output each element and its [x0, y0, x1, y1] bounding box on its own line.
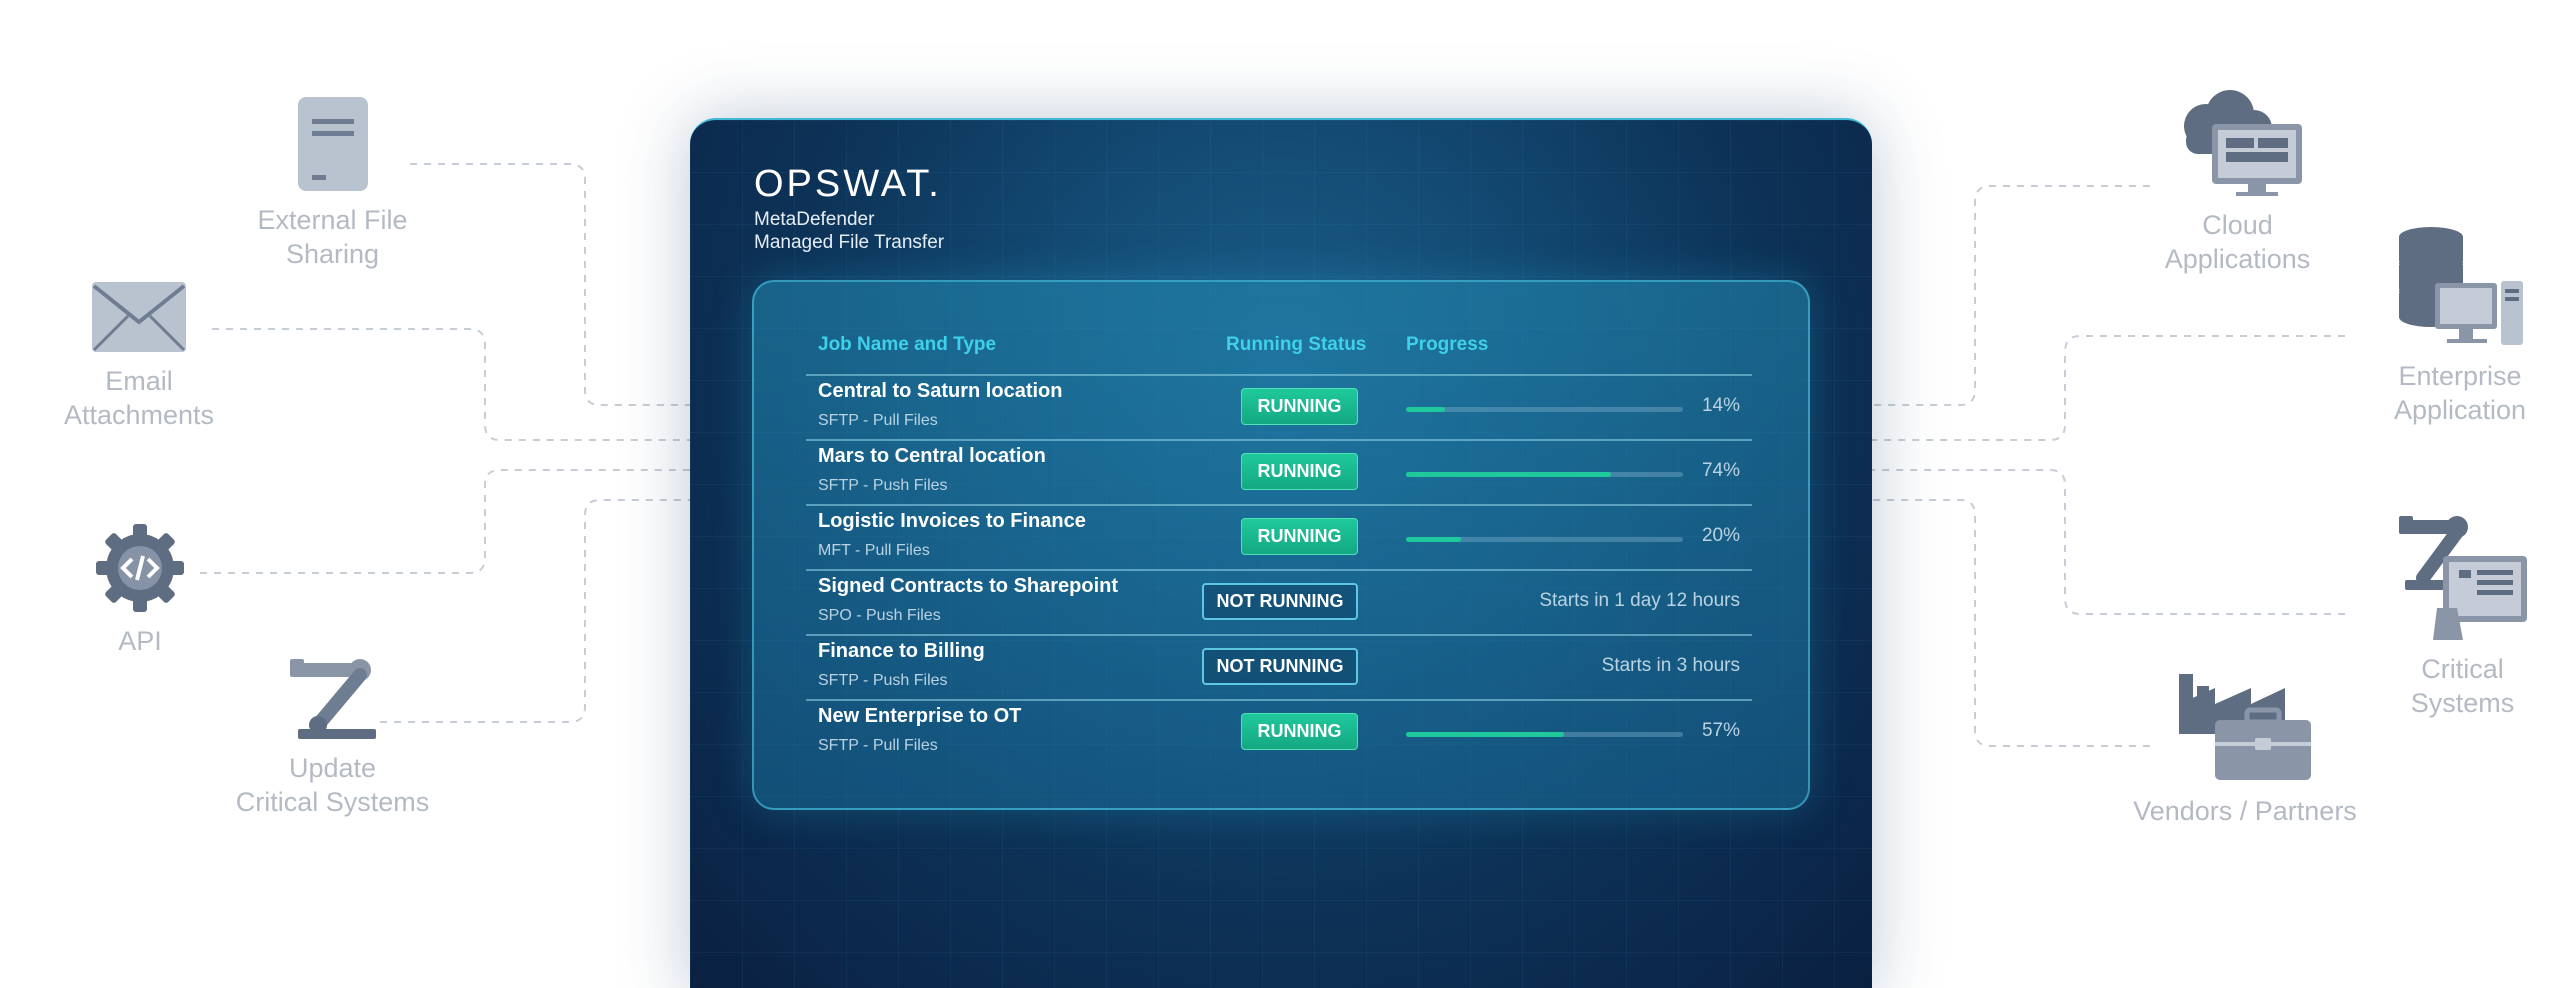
status-badge: NOT RUNNING [1202, 648, 1358, 685]
status-badge: RUNNING [1241, 388, 1358, 425]
job-name: Finance to Billing [818, 640, 985, 662]
schedule-text: Starts in 1 day 12 hours [1539, 590, 1740, 611]
progress-percent: 20% [1701, 525, 1740, 546]
progress-bar-fill [1406, 537, 1461, 542]
schedule-text: Starts in 3 hours [1601, 655, 1740, 676]
table-row[interactable]: Signed Contracts to Sharepoint SPO - Push… [806, 569, 1752, 634]
table-header: Job Name and Type Running Status Progres… [754, 334, 1808, 364]
job-type: SFTP - Pull Files [818, 412, 938, 429]
node-label: Email Attachments [63, 366, 215, 430]
node-label: Cloud Applications [2164, 210, 2311, 274]
progress-percent: 14% [1701, 395, 1740, 416]
progress-bar [1406, 537, 1683, 542]
node-label: Enterprise Application [2393, 361, 2527, 425]
table-row[interactable]: Central to Saturn location SFTP - Pull Fi… [806, 374, 1752, 439]
node-update-critical-systems: Update Critical Systems [225, 655, 440, 819]
job-type: MFT - Pull Files [818, 542, 930, 559]
node-cloud-applications: Cloud Applications [2150, 88, 2325, 276]
progress-bar [1406, 472, 1683, 477]
column-header-job[interactable]: Job Name and Type [818, 334, 996, 356]
status-badge: RUNNING [1241, 713, 1358, 750]
node-email-attachments: Email Attachments [40, 280, 238, 432]
progress-bar-fill [1406, 472, 1611, 477]
job-type: SPO - Push Files [818, 607, 941, 624]
column-header-progress[interactable]: Progress [1406, 334, 1488, 356]
node-external-file-sharing: External File Sharing [245, 95, 420, 271]
progress-bar-fill [1406, 732, 1564, 737]
node-vendors-partners: Vendors / Partners [2120, 660, 2370, 828]
column-header-status[interactable]: Running Status [1226, 334, 1366, 356]
node-label: External File Sharing [257, 205, 408, 269]
product-name-line1: MetaDefender [754, 209, 875, 230]
node-enterprise-application: Enterprise Application [2365, 225, 2555, 427]
node-api: API [85, 522, 195, 658]
cloud-monitor-icon [2183, 90, 2302, 196]
progress-bar [1406, 732, 1683, 737]
job-type: SFTP - Pull Files [818, 737, 938, 754]
status-badge: RUNNING [1241, 453, 1358, 490]
table-row[interactable]: Logistic Invoices to Finance MFT - Pull F… [806, 504, 1752, 569]
job-name: Mars to Central location [818, 445, 1046, 467]
node-critical-systems: Critical Systems [2380, 512, 2545, 720]
mft-dashboard-panel: OPSWAT. MetaDefender Managed File Transf… [690, 118, 1872, 988]
job-name: New Enterprise to OT [818, 705, 1022, 727]
progress-percent: 74% [1701, 460, 1740, 481]
opswat-logo: OPSWAT. [754, 163, 942, 205]
robot-arm-hmi-icon [2398, 516, 2527, 640]
status-badge: NOT RUNNING [1202, 583, 1358, 620]
progress-bar-fill [1406, 407, 1445, 412]
code-gear-icon [96, 524, 184, 612]
node-label: Critical Systems [2410, 654, 2515, 718]
brand-block: OPSWAT. MetaDefender Managed File Transf… [754, 164, 944, 254]
product-name-line2: Managed File Transfer [754, 232, 945, 253]
table-row[interactable]: Mars to Central location SFTP - Push File… [806, 439, 1752, 504]
progress-percent: 57% [1701, 720, 1740, 741]
database-server-icon [2399, 227, 2523, 345]
node-label: Update Critical Systems [235, 753, 430, 817]
factory-briefcase-icon [2179, 674, 2311, 780]
table-row[interactable]: Finance to Billing SFTP - Push Files NOT R… [806, 634, 1752, 699]
job-type: SFTP - Push Files [818, 672, 948, 689]
job-name: Logistic Invoices to Finance [818, 510, 1086, 532]
progress-bar [1406, 407, 1683, 412]
node-label: Vendors / Partners [2133, 796, 2357, 826]
status-badge: RUNNING [1241, 518, 1358, 555]
envelope-icon [92, 282, 186, 352]
job-name: Signed Contracts to Sharepoint [818, 575, 1119, 597]
document-icon [297, 97, 368, 191]
table-row[interactable]: New Enterprise to OT SFTP - Pull Files RUN… [806, 699, 1752, 764]
job-type: SFTP - Push Files [818, 477, 948, 494]
node-label: API [118, 626, 162, 656]
jobs-table-card: Job Name and Type Running Status Progres… [752, 280, 1810, 810]
job-name: Central to Saturn location [818, 380, 1063, 402]
robot-arm-icon [289, 659, 376, 739]
